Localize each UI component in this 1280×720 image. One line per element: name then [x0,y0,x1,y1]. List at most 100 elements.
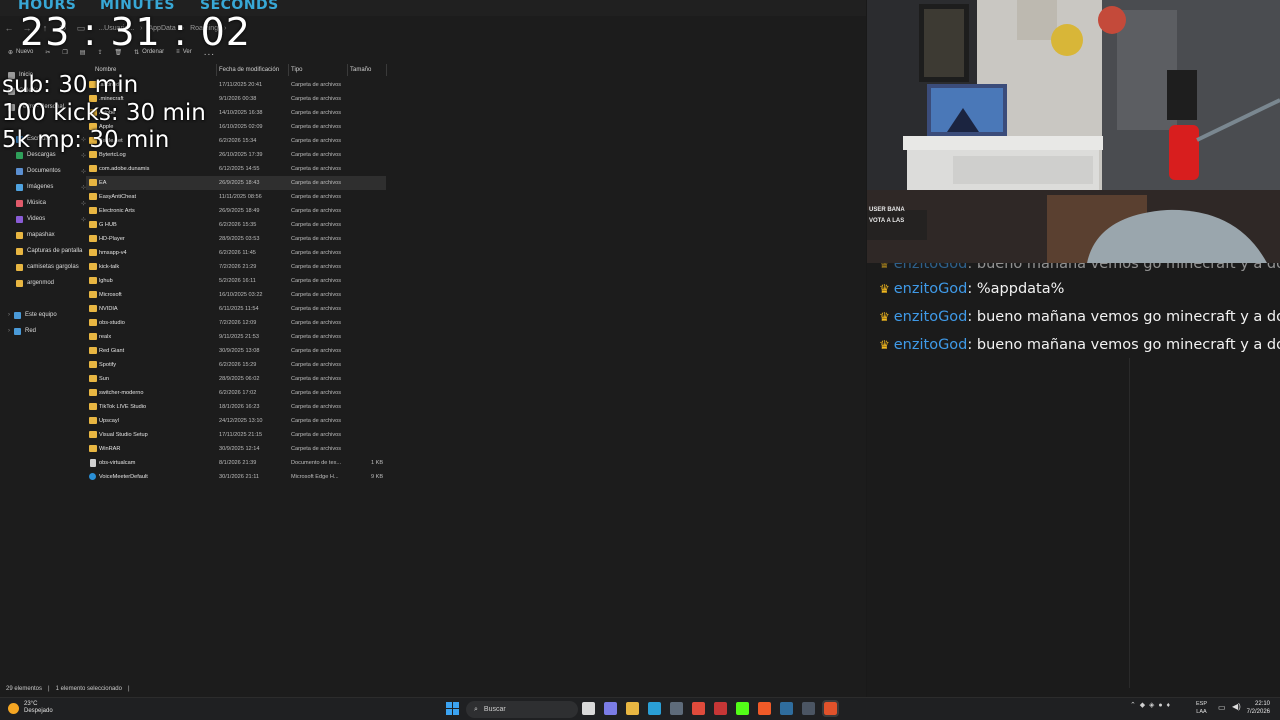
chevron-up-icon[interactable]: ⌃ [1130,702,1136,709]
column-header-size[interactable]: Tamaño [350,64,371,76]
chat-text: : %appdata% [967,281,1065,297]
table-row[interactable]: EasyAntiCheat 11/11/2025 08:56 Carpeta de … [86,190,386,204]
brave-icon[interactable] [758,702,771,715]
table-row[interactable]: Sun 28/9/2025 06:02 Carpeta de archivos [86,372,386,386]
table-row[interactable]: Microsoft 16/10/2025 03:22 Carpeta de arch… [86,288,386,302]
table-row[interactable]: EA 26/9/2025 18:43 Carpeta de archivos [86,176,386,190]
sidebar-item[interactable]: Documentos ⊹ [16,164,90,178]
file-date: 6/2/2026 11:45 [219,250,256,256]
file-date: 30/1/2026 21:11 [219,474,260,480]
kick-icon[interactable] [736,702,749,715]
lang-bottom: LAA [1196,709,1207,715]
task-view-icon[interactable] [582,702,595,715]
file-date: 6/12/2025 14:55 [219,166,260,172]
table-row[interactable]: hmsapp-v4 6/2/2026 11:45 Carpeta de archiv… [86,246,386,260]
file-name: VoiceMeeterDefault [99,474,148,480]
table-row[interactable]: VoiceMeeterDefault 30/1/2026 21:11 Microso… [86,470,386,484]
file-type: Documento de tex... [291,460,342,466]
start-button[interactable] [446,702,459,715]
sidebar-item[interactable]: Videos ⊹ [16,212,90,226]
tray-app-icon[interactable]: ● [1158,702,1162,709]
chat-username[interactable]: enzitoGod [894,337,968,353]
sidebar-item[interactable]: mapashax [16,228,90,242]
table-row[interactable]: obs-virtualcam 8/1/2026 21:39 Documento de… [86,456,386,470]
tray-app-icon[interactable]: ◆ [1140,702,1145,709]
table-row[interactable]: Red Giant 30/9/2025 13:08 Carpeta de archi… [86,344,386,358]
goal-kicks: 100 kicks: 30 min [2,100,206,126]
obs-icon[interactable] [822,700,839,717]
chevron-right-icon[interactable]: › [8,328,10,334]
table-row[interactable]: G HUB 6/2/2026 15:35 Carpeta de archivos [86,218,386,232]
column-divider[interactable] [288,64,289,76]
sidebar-item[interactable]: Imágenes ⊹ [16,180,90,194]
sidebar-item[interactable]: › Red [8,324,82,338]
table-row[interactable]: obs-studio 7/2/2026 12:09 Carpeta de archi… [86,316,386,330]
edge-icon[interactable] [648,702,661,715]
table-row[interactable]: com.adobe.dunamis 6/12/2025 14:55 Carpeta … [86,162,386,176]
copilot-icon[interactable] [604,702,617,715]
folder-icon [89,207,97,214]
back-icon[interactable]: ← [0,23,18,33]
file-type: Carpeta de archivos [291,180,342,186]
mic-icon[interactable]: ♦ [1166,702,1170,709]
file-date: 7/2/2026 21:29 [219,264,257,270]
volume-icon[interactable]: ◀) [1232,702,1241,711]
clock[interactable]: 22:10 7/2/2026 [1247,700,1270,716]
table-row[interactable]: NVIDIA 6/11/2025 11:54 Carpeta de archivos [86,302,386,316]
search-icon: ⌕ [474,705,478,713]
sidebar-item[interactable]: argenmod [16,276,90,290]
file-explorer-icon[interactable] [626,702,639,715]
file-type: Carpeta de archivos [291,264,342,270]
file-name: com.adobe.dunamis [99,166,150,172]
taskbar-search[interactable]: ⌕ Buscar [466,701,578,718]
folder-icon [89,305,97,312]
table-row[interactable]: lghub 5/2/2026 16:11 Carpeta de archivos [86,274,386,288]
file-date: 6/2/2026 17:02 [219,390,257,396]
table-row[interactable]: Electronic Arts 26/9/2025 18:49 Carpeta de… [86,204,386,218]
file-type: Carpeta de archivos [291,432,342,438]
chat-username[interactable]: enzitoGod [894,309,968,325]
steam-icon[interactable] [780,702,793,715]
file-type: Carpeta de archivos [291,236,342,242]
table-row[interactable]: WinRAR 30/9/2025 12:14 Carpeta de archivos [86,442,386,456]
table-row[interactable]: Visual Studio Setup 17/11/2025 21:15 Carpe… [86,428,386,442]
taskbar: 23°C Despejado ⌕ Buscar ⌃ ◆ ◈ ● ♦ ESP LA… [0,697,1280,720]
file-type: Carpeta de archivos [291,96,342,102]
file-date: 6/11/2025 11:54 [219,306,259,312]
recorder-icon[interactable] [714,702,727,715]
sidebar-item[interactable]: Capturas de pantalla [16,244,90,258]
tray-app-icon[interactable]: ◈ [1149,702,1154,709]
table-row[interactable]: switcher-moderno 6/2/2026 17:02 Carpeta de… [86,386,386,400]
sidebar-item[interactable]: Música ⊹ [16,196,90,210]
file-date: 30/9/2025 13:08 [219,348,260,354]
language-indicator[interactable]: ESP LAA [1196,700,1207,716]
weather-widget[interactable]: 23°C Despejado [8,701,53,715]
file-name: Microsoft [99,292,122,298]
column-divider[interactable] [216,64,217,76]
table-row[interactable]: Upscayl 24/12/2025 13:10 Carpeta de archiv… [86,414,386,428]
chat-username[interactable]: enzitoGod [894,263,968,272]
file-name: NVIDIA [99,306,118,312]
network-icon[interactable]: ▭ [1218,703,1226,712]
weather-text: 23°C Despejado [24,701,53,715]
table-row[interactable]: kick-talk 7/2/2026 21:29 Carpeta de archiv… [86,260,386,274]
chat-username[interactable]: enzitoGod [894,281,968,297]
system-tray[interactable]: ⌃ ◆ ◈ ● ♦ [1130,701,1170,709]
column-divider[interactable] [347,64,348,76]
column-divider[interactable] [386,64,387,76]
table-row[interactable]: Spotify 6/2/2026 15:29 Carpeta de archivos [86,358,386,372]
column-header-date[interactable]: Fecha de modificación [219,64,279,76]
chrome-icon[interactable] [692,702,705,715]
calculator-icon[interactable] [670,702,683,715]
clock-date: 7/2/2026 [1246,709,1270,715]
table-row[interactable]: realx 9/11/2025 21:53 Carpeta de archivos [86,330,386,344]
table-row[interactable]: HD-Player 28/9/2025 03:53 Carpeta de archi… [86,232,386,246]
fe-icon[interactable] [802,702,815,715]
table-row[interactable]: TikTok LIVE Studio 18/1/2026 16:23 Carpeta… [86,400,386,414]
sidebar-item[interactable]: camisetas gargolas [16,260,90,274]
column-header-type[interactable]: Tipo [291,64,302,76]
folder-icon [89,389,97,396]
text-file-icon [90,459,96,467]
chevron-right-icon[interactable]: › [8,312,10,318]
sidebar-item[interactable]: › Este equipo [8,308,82,322]
